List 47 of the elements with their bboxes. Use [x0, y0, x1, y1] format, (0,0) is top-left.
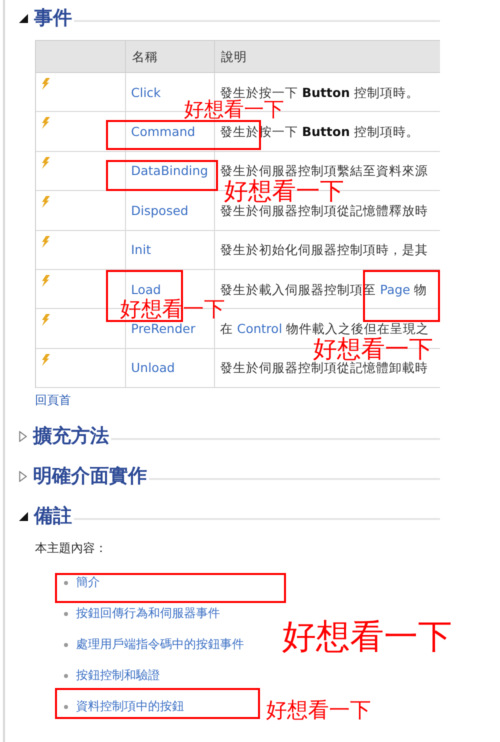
annotation-text: 好想看一下	[282, 620, 452, 654]
lightning-icon	[41, 196, 50, 208]
event-link[interactable]: PreRender	[131, 321, 196, 336]
topic-link[interactable]: 處理用戶端指令碼中的按鈕事件	[76, 637, 244, 652]
expand-icon[interactable]	[19, 430, 27, 442]
topic-link[interactable]: 按鈕回傳行為和伺服器事件	[76, 606, 220, 622]
topic-link[interactable]: 資料控制項中的按鈕	[76, 699, 184, 714]
lightning-icon	[41, 156, 50, 169]
event-link[interactable]: Command	[131, 124, 196, 140]
lightning-icon	[41, 274, 50, 287]
event-link[interactable]: Unload	[131, 360, 175, 376]
lightning-icon	[41, 236, 50, 248]
lightning-icon	[41, 78, 50, 90]
expand-icon[interactable]	[19, 470, 27, 482]
topic-link[interactable]: 簡介	[76, 575, 100, 590]
lightning-icon	[41, 354, 50, 366]
column-header: 名稱	[132, 49, 158, 64]
collapse-icon[interactable]	[19, 512, 28, 521]
collapse-icon[interactable]	[19, 14, 28, 22]
lightning-icon	[41, 314, 50, 326]
back-to-top-link[interactable]: 回頁首	[35, 392, 71, 408]
event-description: 發生於伺服器控制項繫結至資料來源	[220, 163, 428, 178]
section-heading[interactable]: 事件	[34, 6, 72, 30]
event-description: 在 Control 物件載入之後但在呈現之	[220, 321, 430, 336]
event-description: 發生於伺服器控制項從記憶體釋放時	[220, 202, 428, 218]
section-heading[interactable]: 備註	[34, 504, 72, 528]
section-heading[interactable]: 明確介面實作	[33, 464, 147, 488]
type-link[interactable]: Page	[380, 282, 410, 297]
topic-link[interactable]: 按鈕控制和驗證	[76, 668, 160, 684]
event-description: 發生於初始化伺服器控制項時，是其	[220, 242, 428, 258]
event-description: 發生於伺服器控制項從記憶體卸載時	[220, 360, 428, 376]
annotation-text: 好想看一下	[224, 179, 344, 203]
type-link[interactable]: Control	[236, 321, 282, 336]
lightning-icon	[41, 117, 50, 130]
event-link[interactable]: Load	[131, 282, 161, 297]
section-heading[interactable]: 擴充方法	[33, 424, 109, 448]
event-link[interactable]: Init	[131, 242, 151, 258]
annotation-text: 好想看一下	[313, 337, 433, 361]
event-link[interactable]: Disposed	[131, 202, 188, 218]
annotation-text: 好想看一下	[184, 99, 284, 119]
intro-text: 本主題內容：	[35, 541, 107, 556]
annotation-text: 好想看一下	[266, 700, 371, 721]
event-description: 發生於按一下 Button 控制項時。	[220, 84, 419, 100]
event-link[interactable]: DataBinding	[131, 163, 208, 178]
event-link[interactable]: Click	[131, 84, 161, 100]
annotation-text: 好想看一下	[120, 299, 225, 320]
column-header: 說明	[221, 49, 247, 64]
